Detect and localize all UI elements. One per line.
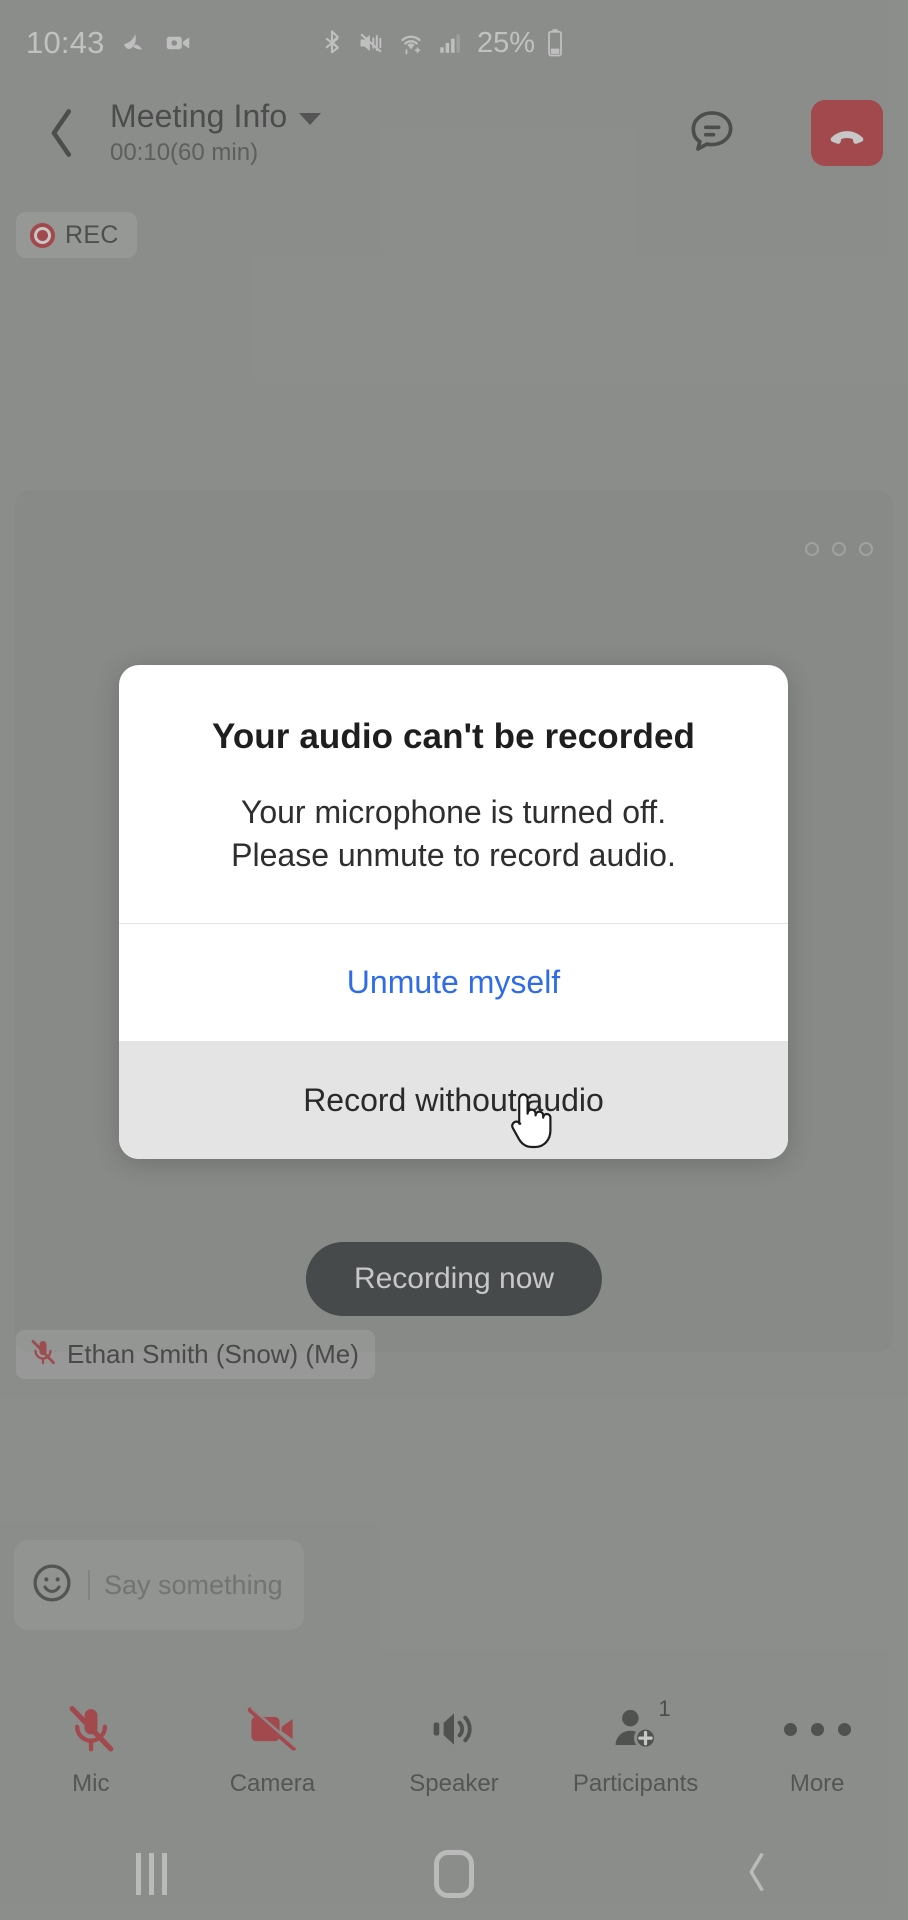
loading-dots-icon	[805, 542, 873, 556]
toolbar-item-camera[interactable]: Camera	[182, 1676, 364, 1798]
more-dot	[837, 1722, 851, 1736]
end-call-button[interactable]	[811, 100, 883, 166]
meeting-title-row[interactable]: Meeting Info	[110, 98, 322, 135]
android-nav-bar	[0, 1828, 908, 1920]
toolbar-label-more: More	[789, 1770, 845, 1797]
more-dots-icon[interactable]	[780, 1698, 854, 1760]
recording-badge: REC	[16, 212, 137, 258]
back-chevron-icon	[742, 1849, 772, 1900]
dialog-body: Your audio can't be recorded Your microp…	[119, 665, 788, 923]
mic-off-icon	[28, 1337, 58, 1372]
participant-name-label: Ethan Smith (Snow) (Me)	[67, 1339, 359, 1369]
participants-count-badge: 1	[658, 1696, 671, 1721]
toolbar-label-camera: Camera	[229, 1770, 316, 1797]
mic-off-icon[interactable]	[54, 1698, 128, 1760]
chevron-down-icon[interactable]	[299, 113, 322, 125]
toolbar-item-speaker[interactable]: Speaker	[363, 1676, 545, 1798]
toolbar-label-mic: Mic	[72, 1770, 110, 1797]
more-dot	[810, 1722, 824, 1736]
nav-back-button[interactable]	[605, 1849, 908, 1900]
meeting-timer: 00:10(60 min)	[110, 139, 259, 166]
recording-now-pill: Recording now	[305, 1242, 603, 1316]
audio-recording-dialog: Your audio can't be recorded Your microp…	[119, 665, 788, 1160]
dialog-title: Your audio can't be recorded	[211, 717, 696, 756]
bottom-toolbar: Mic Camera Speaker 1 Participants More	[0, 1676, 908, 1836]
chat-divider	[88, 1570, 90, 1600]
chat-input-bar[interactable]: Say something	[14, 1540, 304, 1630]
home-icon	[434, 1850, 474, 1898]
status-bar: 10:43 25%	[0, 0, 908, 86]
loading-dot	[805, 542, 819, 556]
toolbar-item-mic[interactable]: Mic	[0, 1676, 182, 1798]
loading-dot	[832, 542, 846, 556]
chat-input-placeholder[interactable]: Say something	[104, 1570, 283, 1601]
toolbar-label-speaker: Speaker	[409, 1770, 499, 1797]
add-participant-icon[interactable]: 1	[599, 1696, 673, 1760]
toolbar-item-participants[interactable]: 1 Participants	[545, 1676, 727, 1798]
unmute-myself-button[interactable]: Unmute myself	[119, 923, 788, 1042]
meeting-title-block[interactable]: Meeting Info 00:10(60 min)	[110, 98, 322, 167]
battery-percentage: 25%	[476, 26, 536, 59]
loading-dot	[859, 542, 873, 556]
record-without-audio-button[interactable]: Record without audio	[119, 1041, 788, 1160]
recording-badge-label: REC	[65, 220, 119, 249]
toolbar-item-more[interactable]: More	[726, 1676, 908, 1798]
dialog-message-line-2: Please unmute to record audio.	[231, 837, 676, 874]
status-bar-right: 25%	[0, 0, 882, 86]
more-dot	[783, 1722, 797, 1736]
chat-button[interactable]	[680, 100, 744, 164]
app-header: Meeting Info 00:10(60 min)	[0, 86, 908, 182]
recents-icon	[135, 1853, 167, 1895]
record-dot-icon	[30, 222, 55, 248]
speaker-icon[interactable]	[417, 1698, 491, 1760]
dialog-message: Your microphone is turned off. Please un…	[159, 791, 748, 877]
wifi-icon	[396, 29, 426, 57]
nav-home-button[interactable]	[303, 1850, 606, 1898]
nav-recents-button[interactable]	[0, 1853, 303, 1895]
participant-name-chip: Ethan Smith (Snow) (Me)	[16, 1330, 375, 1379]
cellular-signal-icon	[437, 30, 463, 56]
camera-off-icon[interactable]	[235, 1698, 309, 1760]
dialog-message-line-1: Your microphone is turned off.	[240, 794, 667, 830]
battery-icon	[546, 28, 564, 58]
bluetooth-icon	[318, 29, 346, 57]
toolbar-label-participants: Participants	[572, 1770, 699, 1797]
smiley-icon[interactable]	[30, 1561, 74, 1610]
sound-off-vibrate-icon	[357, 29, 385, 57]
page-title: Meeting Info	[110, 98, 288, 134]
back-button[interactable]	[34, 102, 90, 164]
